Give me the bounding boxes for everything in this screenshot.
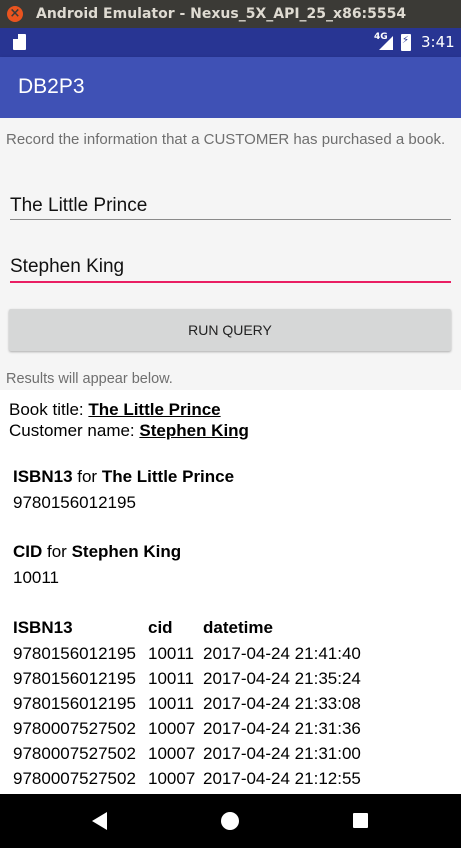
battery-charging-icon	[401, 34, 411, 51]
window-titlebar: × Android Emulator - Nexus_5X_API_25_x86…	[0, 0, 461, 28]
results-hint: Results will appear below.	[6, 371, 173, 387]
cell-isbn: 9780156012195	[13, 694, 136, 713]
header-isbn: ISBN13	[13, 618, 73, 637]
sd-card-icon	[13, 34, 26, 50]
form-area: Record the information that a CUSTOMER h…	[0, 118, 461, 390]
customer-name-underline	[10, 281, 451, 283]
cell-isbn: 9780007527502	[13, 719, 136, 738]
status-bar: 4G 3:41	[0, 28, 461, 57]
cid-value: 10011	[13, 568, 60, 587]
cell-datetime: 2017-04-24 21:35:24	[203, 669, 361, 688]
isbn-book: The Little Prince	[101, 467, 235, 486]
isbn-for: for	[72, 467, 102, 486]
cid-customer: Stephen King	[71, 542, 182, 561]
cell-datetime: 2017-04-24 21:31:36	[203, 719, 361, 738]
customer-name-label: Customer name:	[9, 421, 140, 440]
cell-datetime: 2017-04-24 21:12:55	[203, 769, 361, 788]
customer-name-input[interactable]	[10, 256, 451, 278]
cell-isbn: 9780007527502	[13, 744, 136, 763]
results-area: Book title: The Little Prince Customer n…	[0, 390, 461, 794]
cid-heading: CID for Stephen King	[13, 542, 181, 562]
window-title: Android Emulator - Nexus_5X_API_25_x86:5…	[36, 6, 407, 22]
cell-datetime: 2017-04-24 21:41:40	[203, 644, 361, 663]
back-icon[interactable]	[92, 812, 107, 830]
header-datetime: datetime	[203, 618, 273, 637]
run-query-button[interactable]: RUN QUERY	[9, 309, 451, 351]
recent-apps-icon[interactable]	[353, 813, 368, 828]
cell-cid: 10011	[148, 669, 195, 688]
cid-key: CID	[13, 542, 43, 561]
cell-isbn: 9780007527502	[13, 769, 136, 788]
book-title-label: Book title:	[9, 400, 89, 419]
network-type: 4G	[374, 32, 388, 42]
cell-datetime: 2017-04-24 21:33:08	[203, 694, 361, 713]
book-title-result: Book title: The Little Prince	[9, 400, 221, 420]
customer-name-result: Customer name: Stephen King	[9, 421, 249, 441]
home-icon[interactable]	[221, 812, 239, 830]
navigation-bar	[0, 794, 461, 848]
cell-cid: 10007	[148, 744, 196, 763]
book-title-input[interactable]	[10, 195, 451, 217]
cell-isbn: 9780156012195	[13, 644, 136, 663]
cell-isbn: 9780156012195	[13, 669, 136, 688]
isbn-heading: ISBN13 for The Little Prince	[13, 467, 234, 487]
instruction-text: Record the information that a CUSTOMER h…	[6, 131, 446, 148]
book-title-underline	[10, 219, 451, 220]
isbn-key: ISBN13	[13, 467, 73, 486]
app-title: DB2P3	[18, 75, 85, 98]
cell-cid: 10007	[148, 719, 196, 738]
cell-cid: 10007	[148, 769, 196, 788]
status-clock: 3:41	[421, 33, 455, 51]
header-cid: cid	[148, 618, 173, 637]
cid-for: for	[42, 542, 72, 561]
isbn-value: 9780156012195	[13, 493, 136, 512]
customer-name-value: Stephen King	[139, 421, 249, 440]
book-title-value: The Little Prince	[88, 400, 221, 419]
close-icon[interactable]: ×	[7, 6, 23, 22]
cell-datetime: 2017-04-24 21:31:00	[203, 744, 361, 763]
cell-cid: 10011	[148, 644, 195, 663]
app-bar: DB2P3	[0, 57, 461, 118]
cell-cid: 10011	[148, 694, 195, 713]
